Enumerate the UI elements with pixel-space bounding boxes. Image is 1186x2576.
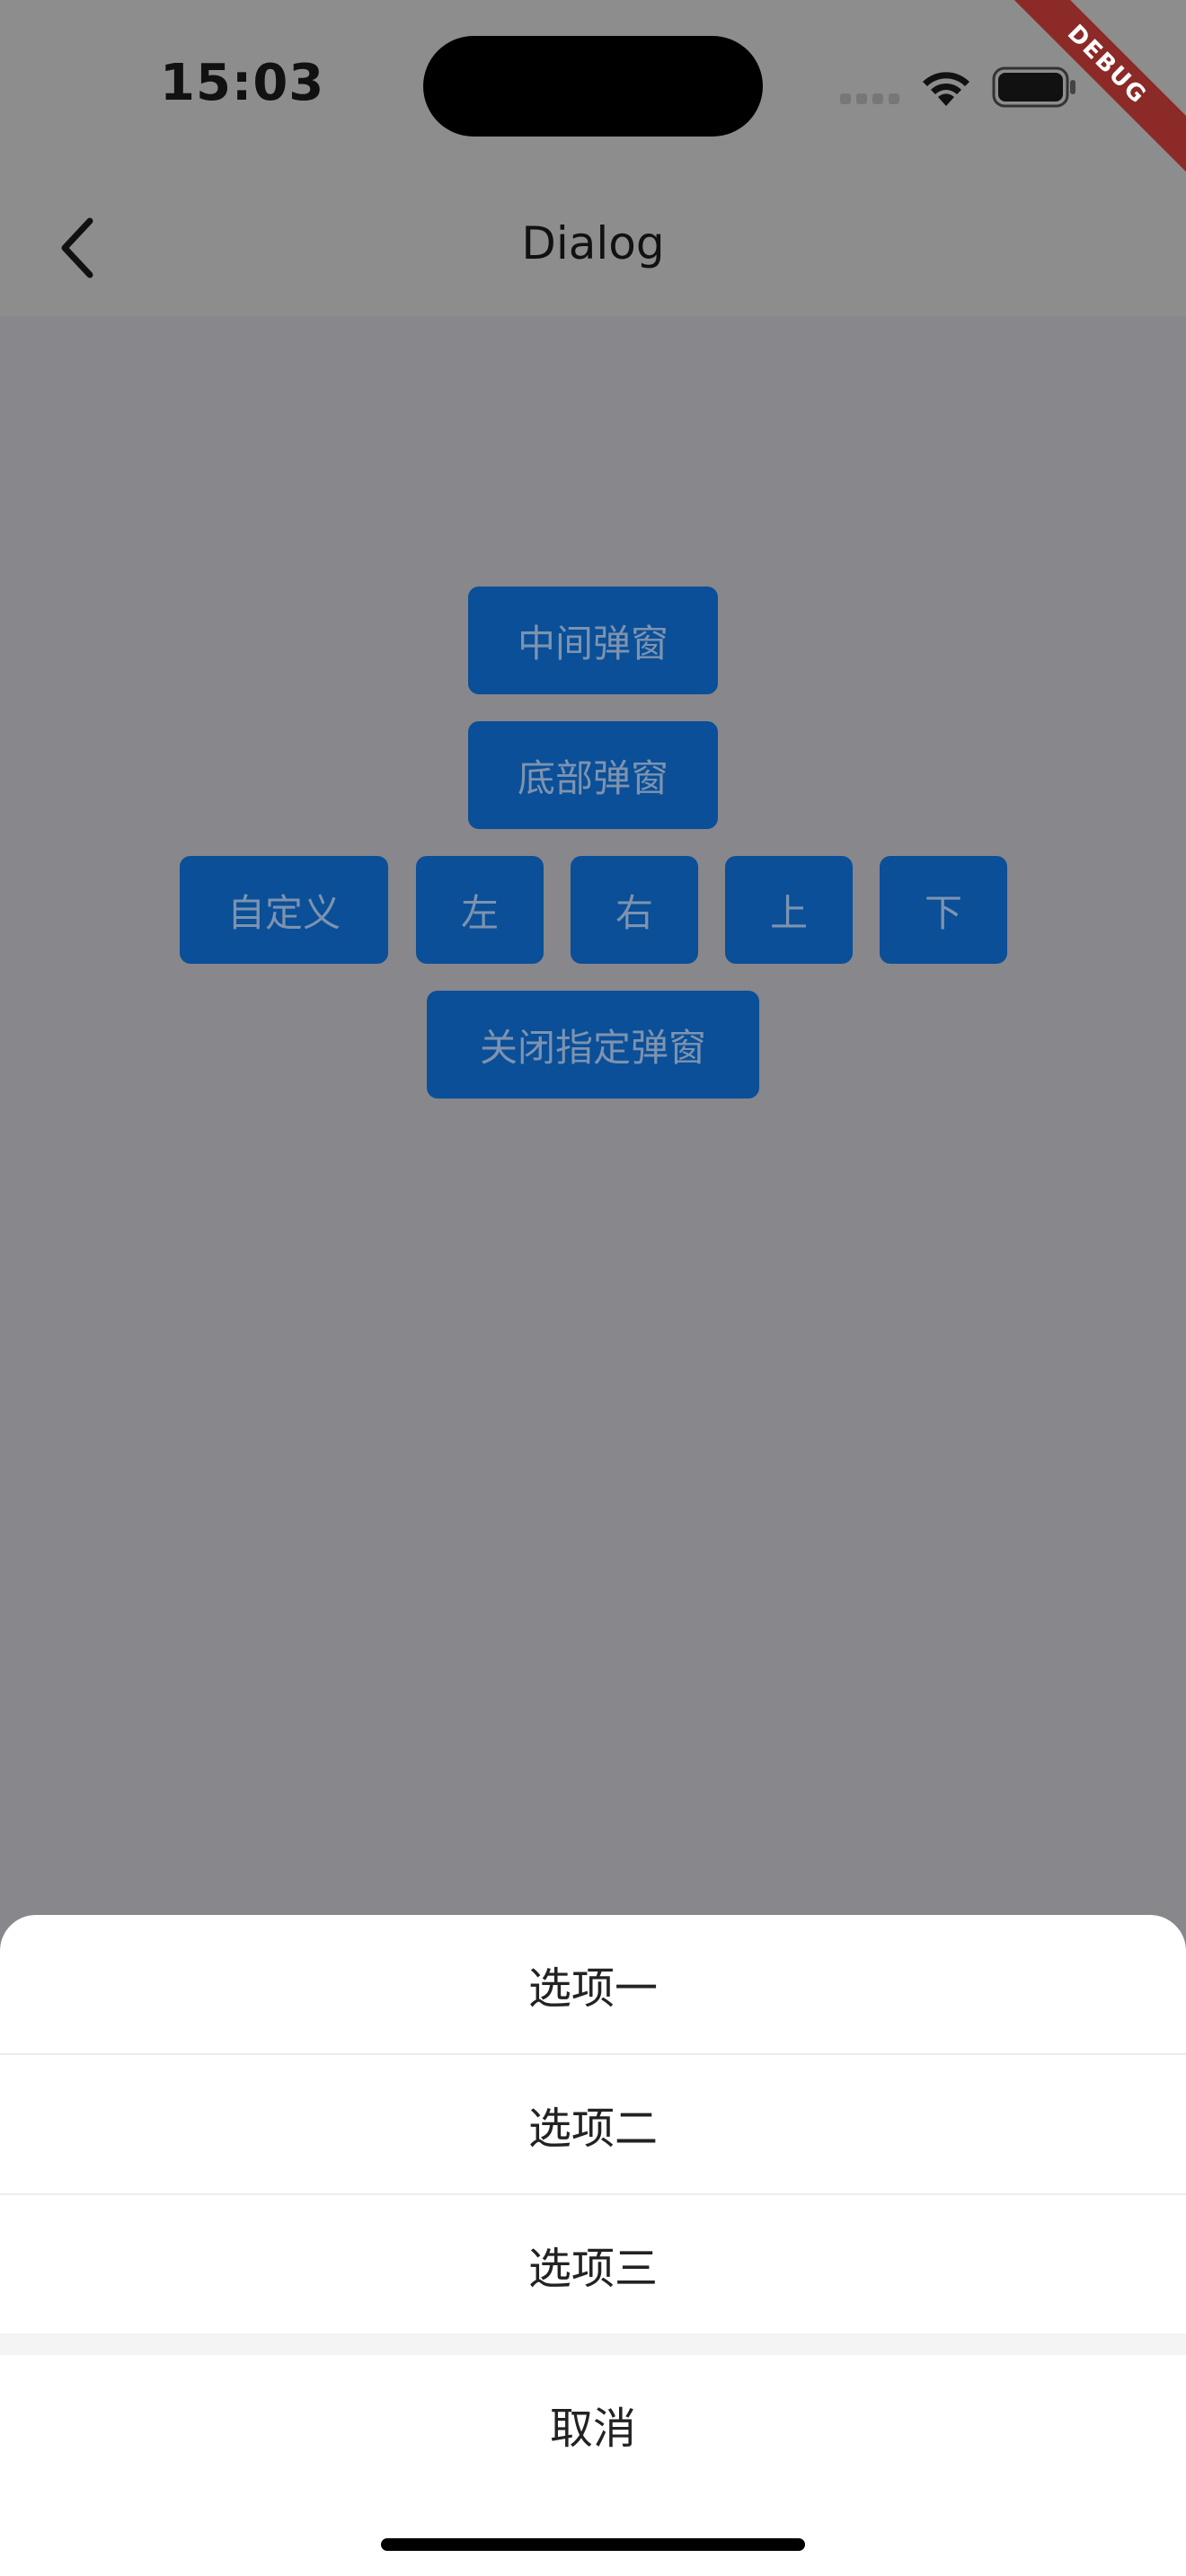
status-time: 15:03: [160, 54, 325, 112]
close-specific-dialog-button[interactable]: 关闭指定弹窗: [427, 991, 759, 1098]
battery-icon: [992, 66, 1075, 108]
bottom-direction-dialog-button[interactable]: 下: [880, 856, 1007, 964]
cellular-signal-icon: [840, 93, 903, 106]
custom-dialog-button[interactable]: 自定义: [180, 856, 388, 964]
wifi-icon: [923, 72, 969, 106]
sheet-separator: [0, 2333, 1186, 2355]
page-title: Dialog: [521, 217, 665, 269]
action-sheet: 选项一 选项二 选项三 取消: [0, 1915, 1186, 2576]
left-dialog-button[interactable]: 左: [416, 856, 544, 964]
home-indicator[interactable]: [381, 2538, 805, 2551]
sheet-cancel-button[interactable]: 取消: [0, 2355, 1186, 2493]
sheet-option-1[interactable]: 选项一: [0, 1915, 1186, 2053]
right-dialog-button[interactable]: 右: [571, 856, 698, 964]
sheet-option-2[interactable]: 选项二: [0, 2055, 1186, 2193]
center-dialog-button[interactable]: 中间弹窗: [468, 587, 718, 694]
sheet-option-3[interactable]: 选项三: [0, 2195, 1186, 2333]
status-bar: 15:03: [0, 0, 1186, 180]
navigation-bar: Dialog: [0, 180, 1186, 316]
bottom-dialog-button[interactable]: 底部弹窗: [468, 721, 718, 829]
dynamic-island: [423, 36, 763, 137]
top-dialog-button[interactable]: 上: [725, 856, 853, 964]
